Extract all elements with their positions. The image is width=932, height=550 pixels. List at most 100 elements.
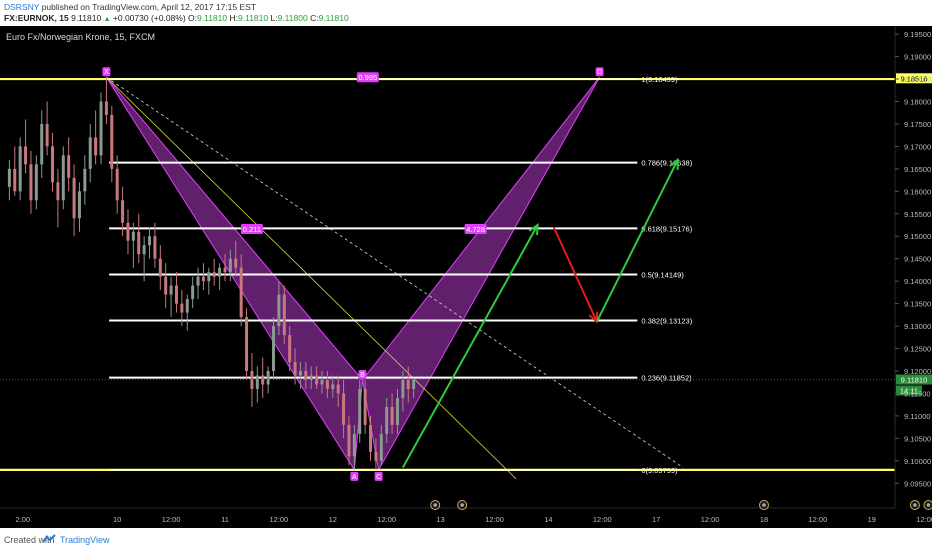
chart-canvas[interactable]: Euro Fx/Norwegian Krone, 15, FXCM 1(9.18…	[0, 26, 932, 528]
time-tick-label: 12:00	[808, 515, 827, 524]
time-tick-label: 17	[652, 515, 660, 524]
candle-body	[239, 267, 243, 318]
candle-body	[288, 335, 292, 363]
pattern-point-label: D	[597, 69, 602, 76]
close-value: 9.11810	[318, 13, 349, 23]
tradingview-brand[interactable]: TradingView	[60, 535, 110, 545]
candle-body	[223, 267, 227, 273]
candle-body	[115, 168, 119, 201]
candle-body	[358, 388, 362, 434]
candle-body	[174, 285, 178, 304]
candle-body	[406, 379, 410, 389]
candle-body	[164, 276, 168, 295]
candle-body	[379, 433, 383, 461]
candle-body	[331, 384, 335, 389]
publish-line: DSRSNY published on TradingView.com, Apr…	[4, 2, 256, 12]
candle-body	[126, 222, 130, 241]
candle-body	[34, 164, 38, 201]
price-tick-label: 9.09500	[904, 479, 931, 488]
candle-body	[385, 406, 389, 434]
price-tick-label: 9.19500	[904, 30, 931, 39]
current-price-value: 9.11810	[901, 376, 928, 385]
price-tick-label: 9.12000	[904, 367, 931, 376]
candle-body	[110, 114, 114, 169]
event-marker-dot	[460, 503, 464, 507]
candle-body	[277, 294, 281, 327]
candle-body	[99, 101, 103, 156]
candle-body	[40, 123, 44, 165]
time-tick-label: 12:00	[377, 515, 396, 524]
time-tick-label: 12:00	[269, 515, 288, 524]
price-tick-label: 9.12500	[904, 345, 931, 354]
pattern-ratio-label: 0.995	[358, 73, 377, 82]
price-change: +0.00730 (+0.08%)	[112, 13, 186, 23]
candle-body	[61, 155, 65, 201]
price-tick-label: 9.11000	[904, 412, 931, 421]
up-triangle-icon: ▲	[103, 16, 111, 23]
candle-body	[342, 393, 346, 425]
candle-body	[24, 146, 28, 165]
candle-body	[185, 299, 189, 313]
candle-body	[245, 317, 249, 371]
candle-body	[212, 272, 216, 277]
time-tick-label: 12:00	[485, 515, 504, 524]
candle-body	[45, 123, 49, 147]
candle-body	[148, 236, 152, 246]
low-label: L:	[270, 13, 278, 23]
candle-body	[180, 303, 184, 313]
pattern-point-label: A	[352, 474, 357, 481]
candle-body	[207, 272, 211, 282]
chart-area[interactable]: Euro Fx/Norwegian Krone, 15, FXCM 1(9.18…	[0, 26, 932, 528]
candle-body	[347, 424, 351, 457]
candle-body	[255, 375, 259, 389]
publish-info: published on TradingView.com, April 12, …	[41, 2, 257, 12]
fib-level-label: 0.5(9.14149)	[641, 270, 684, 279]
candle-body	[94, 137, 98, 156]
price-tick-label: 9.14000	[904, 277, 931, 286]
candle-body	[196, 276, 200, 286]
time-tick-label: 18	[760, 515, 768, 524]
candle-body	[137, 231, 141, 255]
time-tick-label: 19	[868, 515, 876, 524]
price-tick-label: 9.15500	[904, 210, 931, 219]
candle-body	[88, 137, 92, 169]
candle-body	[83, 168, 87, 192]
tradingview-snapshot: DSRSNY published on TradingView.com, Apr…	[0, 0, 932, 550]
candle-body	[228, 258, 232, 273]
candle-body	[121, 200, 125, 223]
open-value: 9.11810	[197, 13, 228, 23]
low-value: 9.11800	[277, 13, 308, 23]
symbol-label: FX:EURNOK, 15	[4, 13, 69, 23]
time-tick-label: 12	[329, 515, 337, 524]
price-tick-label: 9.13000	[904, 322, 931, 331]
candle-body	[363, 388, 367, 425]
high-label: H:	[229, 13, 239, 23]
tradingview-logo-icon	[42, 534, 56, 543]
candle-body	[51, 146, 55, 183]
candle-body	[293, 362, 297, 376]
footer-bar: Created with TradingView	[0, 530, 932, 550]
candle-body	[18, 146, 22, 192]
candle-body	[325, 379, 329, 389]
event-marker-dot	[913, 503, 917, 507]
event-marker-dot	[926, 503, 931, 507]
candle-body	[266, 370, 270, 385]
ohlc-line: FX:EURNOK, 15 9.11810 ▲ +0.00730 (+0.08%…	[4, 13, 349, 23]
candle-body	[67, 155, 71, 178]
price-tick-label: 9.10000	[904, 457, 931, 466]
candle-body	[250, 370, 254, 389]
candle-body	[304, 370, 308, 380]
candle-body	[142, 245, 146, 255]
fib-level-label: 0.618(9.15176)	[641, 224, 692, 233]
candle-body	[72, 177, 76, 219]
candle-body	[315, 375, 319, 385]
candle-body	[336, 384, 340, 394]
pattern-point-label: X	[104, 69, 109, 76]
candle-body	[234, 258, 238, 268]
author-link[interactable]: DSRSNY	[4, 2, 39, 12]
price-tick-label: 9.10500	[904, 434, 931, 443]
fib-level-label: 0.236(9.11852)	[641, 374, 692, 383]
event-marker-dot	[433, 503, 438, 507]
event-marker-dot	[762, 503, 766, 507]
close-label: C:	[310, 13, 319, 23]
